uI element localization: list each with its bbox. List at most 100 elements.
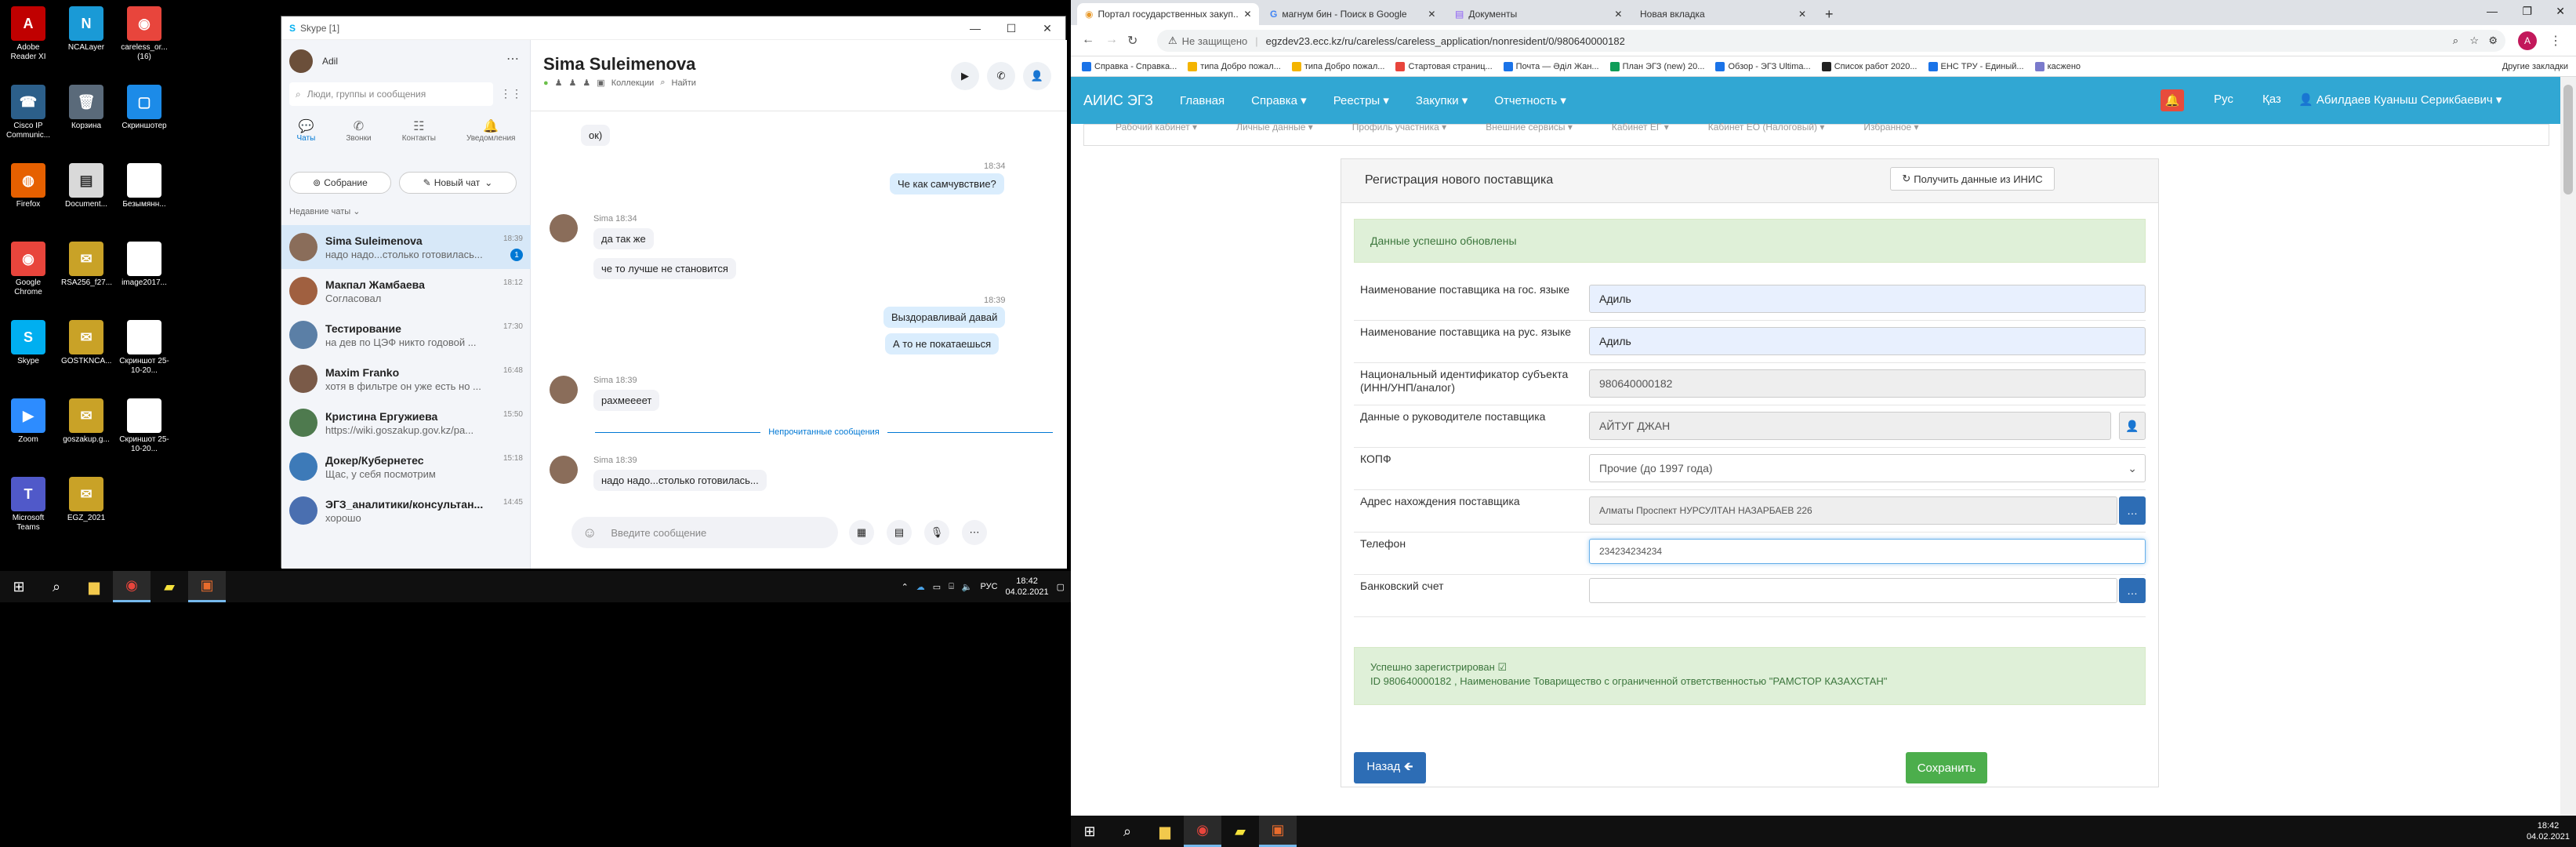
save-button[interactable]: Сохранить	[1906, 752, 1987, 783]
nav-chats[interactable]: 💬 Чаты	[297, 118, 316, 158]
attach-media-button[interactable]: ▦	[849, 520, 874, 545]
desktop-icon[interactable]: ☎ Cisco IP Communic...	[3, 85, 53, 140]
tab-goszakup[interactable]: ◉ Портал государственных закуп... ✕	[1077, 3, 1259, 25]
desktop-icon[interactable]: 🗑 Корзина	[61, 85, 111, 131]
desktop-icon[interactable]: Скриншот 25-10-20...	[119, 320, 169, 376]
start-button[interactable]: ⊞	[0, 571, 38, 602]
desktop-icon[interactable]: Безымянн...	[119, 163, 169, 209]
network-icon[interactable]: ⌸	[949, 582, 954, 592]
chat-list-item[interactable]: Maxim Franko хотя в фильтре он уже есть н…	[281, 357, 531, 401]
bookmark-item[interactable]: План ЭГЗ (new) 20...	[1609, 61, 1704, 71]
profile-avatar[interactable]: A	[2518, 31, 2537, 50]
subnav-external[interactable]: Внешние сервисы ▾	[1486, 122, 1573, 133]
recent-chats-label[interactable]: Недавние чаты ⌄	[289, 206, 360, 216]
clock[interactable]: 18:42 04.02.2021	[1006, 576, 1049, 598]
back-icon[interactable]: ←	[1082, 33, 1094, 47]
more-icon[interactable]: ⋯	[506, 51, 519, 67]
bookmark-item[interactable]: Почта — Әділ Жан...	[1503, 61, 1599, 71]
desktop-icon[interactable]: ▤ Document...	[61, 163, 111, 209]
search-button[interactable]: ⌕	[38, 571, 75, 602]
other-bookmarks[interactable]: Другие закладки	[2502, 62, 2568, 71]
menu-registries[interactable]: Реестры ▾	[1333, 93, 1389, 107]
close-tab-icon[interactable]: ✕	[1614, 9, 1622, 20]
more-options-button[interactable]: ⋯	[962, 520, 987, 545]
lang-indicator[interactable]: РУС	[981, 582, 998, 591]
desktop-icon[interactable]: ◍ Firefox	[3, 163, 53, 209]
reload-icon[interactable]: ↻	[1127, 33, 1137, 49]
subnav-personal[interactable]: Личные данные ▾	[1236, 122, 1313, 133]
desktop-icon[interactable]: ✉ EGZ_2021	[61, 477, 111, 523]
message-in[interactable]: да так же	[593, 228, 654, 249]
desktop-icon[interactable]: ◉ Google Chrome	[3, 242, 53, 297]
tab-newtab[interactable]: Новая вкладка ✕	[1632, 3, 1814, 25]
user-menu[interactable]: 👤 Абилдаев Куаныш Серикбаевич ▾	[2298, 93, 2502, 107]
phone-input[interactable]: 234234234234	[1589, 539, 2146, 564]
desktop-icon[interactable]: ✉ RSA256_f27...	[61, 242, 112, 288]
close-button[interactable]: ✕	[2556, 5, 2565, 18]
notification-bell-button[interactable]: 🔔	[2161, 89, 2184, 111]
close-tab-icon[interactable]: ✕	[1428, 9, 1435, 20]
audio-call-button[interactable]: ✆	[987, 62, 1015, 90]
desktop-icon[interactable]: ✉ GOSTKNCA...	[61, 320, 111, 366]
app-taskbar-button[interactable]: ▣	[1259, 816, 1297, 847]
head-lookup-button[interactable]: 👤	[2119, 412, 2146, 440]
message-in[interactable]: надо надо...столько готовилась...	[593, 470, 767, 491]
collection-link[interactable]: Коллекции	[611, 78, 655, 88]
close-button[interactable]: ✕	[1029, 16, 1065, 40]
desktop-icon[interactable]: T Microsoft Teams	[3, 477, 53, 533]
user-avatar[interactable]	[289, 49, 313, 73]
new-tab-button[interactable]: +	[1817, 3, 1834, 25]
address-edit-button[interactable]: …	[2119, 496, 2146, 525]
clock[interactable]: 18:42 04.02.2021	[2527, 820, 2570, 842]
notifications-icon[interactable]: ▢	[1057, 582, 1065, 592]
name-kz-input[interactable]: Адиль	[1589, 285, 2146, 313]
desktop-icon[interactable]: ◉ careless_or... (16)	[119, 6, 169, 62]
search-box[interactable]: ⌕ Люди, группы и сообщения	[289, 82, 493, 106]
message-in[interactable]: рахмеееет	[593, 390, 660, 411]
back-button[interactable]: Назад 🡸	[1354, 752, 1426, 783]
kopf-select[interactable]: Прочие (до 1997 года) ⌄	[1589, 454, 2146, 482]
maximize-button[interactable]: ☐	[993, 16, 1029, 40]
extension-icon[interactable]: ⚙	[2488, 35, 2498, 47]
bank-account-button[interactable]: …	[2119, 578, 2146, 603]
close-tab-icon[interactable]: ✕	[1243, 9, 1251, 20]
voice-message-button[interactable]: 🎙	[924, 520, 949, 545]
zoom-icon[interactable]: ⌕	[2453, 35, 2458, 47]
desktop-icon[interactable]: ▢ Скриншотер	[119, 85, 169, 131]
bookmark-item[interactable]: Справка - Справка...	[1082, 61, 1177, 71]
sticky-taskbar-button[interactable]: ▰	[1221, 816, 1259, 847]
close-tab-icon[interactable]: ✕	[1798, 9, 1806, 20]
bank-account-input[interactable]	[1589, 578, 2117, 603]
minimize-button[interactable]: —	[957, 16, 993, 40]
app-taskbar-button[interactable]: ▣	[188, 571, 226, 602]
nav-calls[interactable]: ✆ Звонки	[346, 118, 371, 158]
tab-docs[interactable]: ▤ Документы ✕	[1447, 3, 1629, 25]
message-out[interactable]: Выздоравливай давай	[883, 307, 1006, 328]
emoji-icon[interactable]: ☺	[582, 525, 597, 541]
minimize-button[interactable]: —	[2487, 5, 2498, 17]
message-out[interactable]: Че как самчувствие?	[890, 173, 1004, 194]
add-people-button[interactable]: 👤	[1023, 62, 1051, 90]
message-in[interactable]: че то лучше не становится	[593, 258, 736, 279]
subnav-cabinet-eo[interactable]: Кабинет ЕО (Налоговый) ▾	[1708, 122, 1825, 133]
bookmark-item[interactable]: ЕНС ТРУ - Единый...	[1928, 61, 2024, 71]
lang-ru[interactable]: Рус	[2214, 93, 2233, 106]
chat-list-item[interactable]: ЭГЗ_аналитики/консультан... хорошо 14:45	[281, 489, 531, 533]
subnav-profile[interactable]: Профиль участника ▾	[1352, 122, 1446, 133]
desktop-icon[interactable]: A Adobe Reader XI	[3, 6, 53, 62]
contact-card-button[interactable]: ▤	[887, 520, 912, 545]
explorer-button[interactable]: ▆	[75, 571, 113, 602]
page-scrollbar[interactable]	[2560, 77, 2576, 816]
subnav-cabinet-eg[interactable]: Кабинет ЕГ ▾	[1612, 122, 1669, 133]
bookmark-item[interactable]: Обзор - ЭГЗ Ultima...	[1715, 61, 1811, 71]
nav-notifications[interactable]: 🔔 Уведомления	[466, 118, 516, 158]
site-brand[interactable]: АИИС ЭГЗ	[1083, 93, 1153, 109]
desktop-icon[interactable]: Скриншот 25-10-20...	[119, 398, 169, 454]
message-out[interactable]: А то не покатаешься	[885, 333, 1000, 354]
menu-help[interactable]: Справка ▾	[1251, 93, 1307, 107]
desktop-icon[interactable]: S Skype	[3, 320, 53, 366]
message-in[interactable]: ок)	[581, 125, 611, 146]
chat-list-item[interactable]: Тестирование на дев по ЦЭФ никто годовой …	[281, 313, 531, 357]
restore-button[interactable]: ❐	[2522, 5, 2532, 18]
bookmark-item[interactable]: типа Добро пожал...	[1291, 61, 1384, 71]
